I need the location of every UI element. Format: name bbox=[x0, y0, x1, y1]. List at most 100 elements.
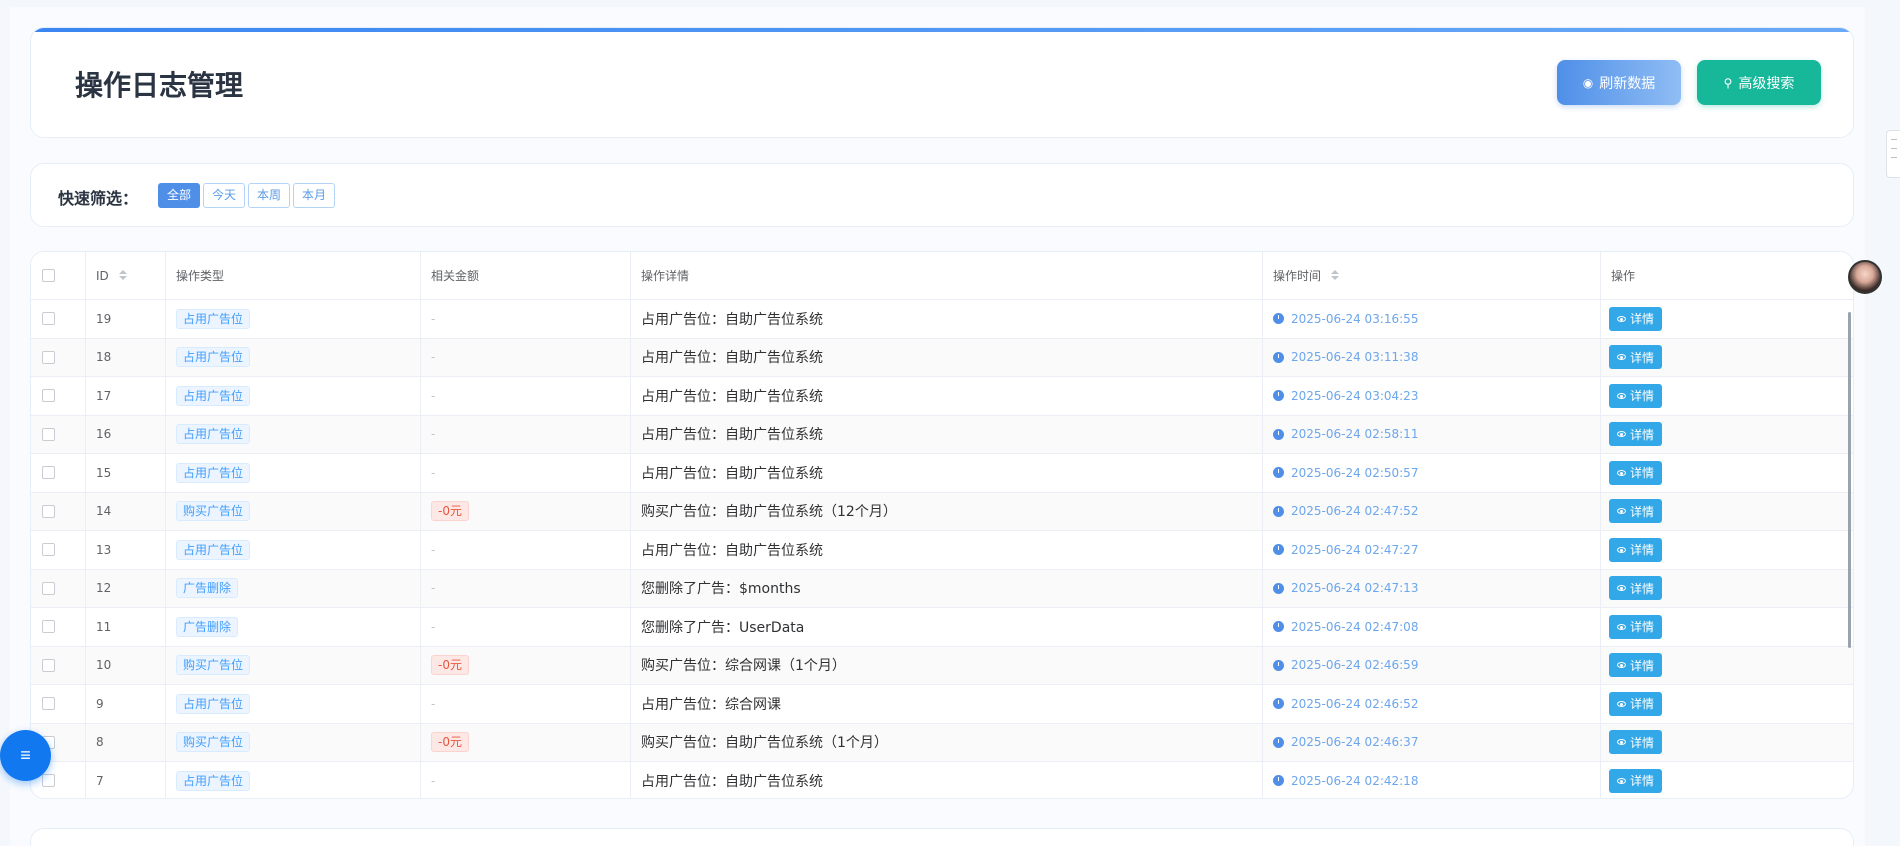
row-amount: - bbox=[421, 338, 631, 376]
row-detail: 购买广告位：综合网课（1个月） bbox=[631, 646, 1263, 684]
eye-icon bbox=[1617, 777, 1626, 784]
row-type: 广告删除 bbox=[166, 569, 421, 607]
select-all-checkbox[interactable] bbox=[42, 269, 55, 282]
avatar[interactable] bbox=[1848, 260, 1882, 294]
row-checkbox[interactable] bbox=[42, 697, 55, 711]
detail-button[interactable]: 详情 bbox=[1609, 499, 1663, 524]
detail-button[interactable]: 详情 bbox=[1609, 614, 1663, 639]
row-action: 详情 bbox=[1601, 685, 1853, 723]
row-amount: - bbox=[421, 608, 631, 646]
row-action: 详情 bbox=[1601, 493, 1853, 531]
operation-time-text: 2025-06-24 02:47:08 bbox=[1291, 619, 1419, 634]
table-header: ID 操作类型 相关金额 操作详情 操作时间 操作 bbox=[31, 252, 1853, 300]
operation-detail-text: 占用广告位：自助广告位系统 bbox=[641, 542, 823, 559]
row-checkbox[interactable] bbox=[42, 504, 55, 518]
row-time: 2025-06-24 02:42:18 bbox=[1263, 762, 1601, 798]
filter-tab-this-month[interactable]: 本月 bbox=[293, 183, 336, 208]
table-row: 16 占用广告位 - 占用广告位：自助广告位系统 2025-06-24 02:58:11… bbox=[31, 415, 1853, 454]
operation-time-text: 2025-06-24 02:58:11 bbox=[1291, 427, 1419, 442]
row-checkbox[interactable] bbox=[42, 389, 55, 403]
row-checkbox[interactable] bbox=[42, 658, 55, 672]
row-detail: 占用广告位：自助广告位系统 bbox=[631, 415, 1263, 453]
eye-icon bbox=[1617, 354, 1626, 361]
operation-detail-text: 您删除了广告：UserData bbox=[641, 619, 805, 636]
search-icon: ⚲ bbox=[1723, 75, 1733, 90]
row-checkbox[interactable] bbox=[42, 312, 55, 326]
row-action: 详情 bbox=[1601, 531, 1853, 569]
filter-tab-today[interactable]: 今天 bbox=[203, 183, 246, 208]
detail-button[interactable]: 详情 bbox=[1609, 730, 1663, 755]
detail-button[interactable]: 详情 bbox=[1609, 576, 1663, 601]
amount-empty: - bbox=[431, 388, 436, 403]
operation-time-text: 2025-06-24 02:46:59 bbox=[1291, 658, 1419, 673]
operation-time-text: 2025-06-24 02:50:57 bbox=[1291, 465, 1419, 480]
detail-button[interactable]: 详情 bbox=[1609, 422, 1663, 447]
operation-time-text: 2025-06-24 02:42:18 bbox=[1291, 773, 1419, 788]
operation-detail-text: 占用广告位：自助广告位系统 bbox=[641, 388, 823, 405]
row-id: 15 bbox=[86, 454, 166, 492]
detail-button[interactable]: 详情 bbox=[1609, 691, 1663, 716]
row-action: 详情 bbox=[1601, 762, 1853, 798]
row-time: 2025-06-24 02:47:27 bbox=[1263, 531, 1601, 569]
row-action: 详情 bbox=[1601, 608, 1853, 646]
detail-button[interactable]: 详情 bbox=[1609, 537, 1663, 562]
row-amount: - bbox=[421, 685, 631, 723]
row-checkbox[interactable] bbox=[42, 427, 55, 441]
row-id: 10 bbox=[86, 646, 166, 684]
row-checkbox[interactable] bbox=[42, 581, 55, 595]
sort-caret-icon[interactable] bbox=[1330, 270, 1339, 282]
detail-button-label: 详情 bbox=[1630, 774, 1655, 789]
detail-button-label: 详情 bbox=[1630, 427, 1655, 442]
clock-icon bbox=[1273, 505, 1284, 517]
page-title: 操作日志管理 bbox=[75, 69, 244, 102]
clock-icon bbox=[1273, 775, 1284, 787]
detail-button-label: 详情 bbox=[1630, 350, 1655, 365]
row-checkbox[interactable] bbox=[42, 543, 55, 557]
column-header-time[interactable]: 操作时间 bbox=[1263, 252, 1601, 300]
column-header-id[interactable]: ID bbox=[86, 252, 166, 300]
eye-icon bbox=[1617, 469, 1626, 476]
table-row: 19 占用广告位 - 占用广告位：自助广告位系统 2025-06-24 03:16:55… bbox=[31, 300, 1853, 339]
clock-icon bbox=[1273, 659, 1284, 671]
operation-detail-text: 占用广告位：自助广告位系统 bbox=[641, 465, 823, 482]
eye-icon bbox=[1617, 431, 1626, 438]
detail-button[interactable]: 详情 bbox=[1609, 653, 1663, 678]
operation-log-table: ID 操作类型 相关金额 操作详情 操作时间 操作 19 占用广告位 - 占用广告位：… bbox=[30, 251, 1854, 799]
operation-type-tag: 占用广告位 bbox=[176, 770, 251, 791]
amount-tag: -0元 bbox=[431, 732, 469, 753]
detail-button[interactable]: 详情 bbox=[1609, 383, 1663, 408]
row-select-cell bbox=[31, 492, 86, 530]
sort-caret-icon[interactable] bbox=[118, 270, 127, 282]
refresh-button[interactable]: ◉ 刷新数据 bbox=[1557, 60, 1681, 105]
quick-filter-tabs: 全部 今天 本周 本月 bbox=[158, 183, 336, 208]
detail-button[interactable]: 详情 bbox=[1609, 768, 1663, 793]
amount-empty: - bbox=[431, 350, 436, 365]
filter-tab-all[interactable]: 全部 bbox=[158, 183, 201, 208]
amount-empty: - bbox=[431, 696, 436, 711]
detail-button[interactable]: 详情 bbox=[1609, 460, 1663, 485]
row-checkbox[interactable] bbox=[42, 466, 55, 480]
clock-icon bbox=[1273, 582, 1284, 594]
detail-button[interactable]: 详情 bbox=[1609, 345, 1663, 370]
row-checkbox[interactable] bbox=[42, 774, 55, 788]
detail-button[interactable]: 详情 bbox=[1609, 306, 1663, 331]
eye-icon bbox=[1617, 623, 1626, 630]
row-type: 占用广告位 bbox=[166, 415, 421, 453]
table-scrollbar[interactable] bbox=[1848, 312, 1851, 648]
row-checkbox[interactable] bbox=[42, 620, 55, 634]
table-row: 11 广告删除 - 您删除了广告：UserData 2025-06-24 02:47:0… bbox=[31, 608, 1853, 647]
side-handle[interactable] bbox=[1886, 130, 1900, 178]
row-checkbox[interactable] bbox=[42, 350, 55, 364]
filter-tab-this-week[interactable]: 本周 bbox=[248, 183, 291, 208]
operation-detail-text: 购买广告位：自助广告位系统（1个月） bbox=[641, 735, 888, 752]
row-amount: - bbox=[421, 762, 631, 798]
row-action: 详情 bbox=[1601, 454, 1853, 492]
row-amount: - bbox=[421, 377, 631, 415]
row-amount: - bbox=[421, 569, 631, 607]
row-type: 占用广告位 bbox=[166, 377, 421, 415]
floating-menu-button[interactable]: ≡ bbox=[0, 730, 51, 781]
advanced-search-button[interactable]: ⚲ 高级搜索 bbox=[1697, 60, 1821, 105]
detail-button-label: 详情 bbox=[1630, 389, 1655, 404]
row-id-text: 12 bbox=[96, 581, 112, 596]
operation-time: 2025-06-24 02:47:13 bbox=[1273, 581, 1418, 595]
